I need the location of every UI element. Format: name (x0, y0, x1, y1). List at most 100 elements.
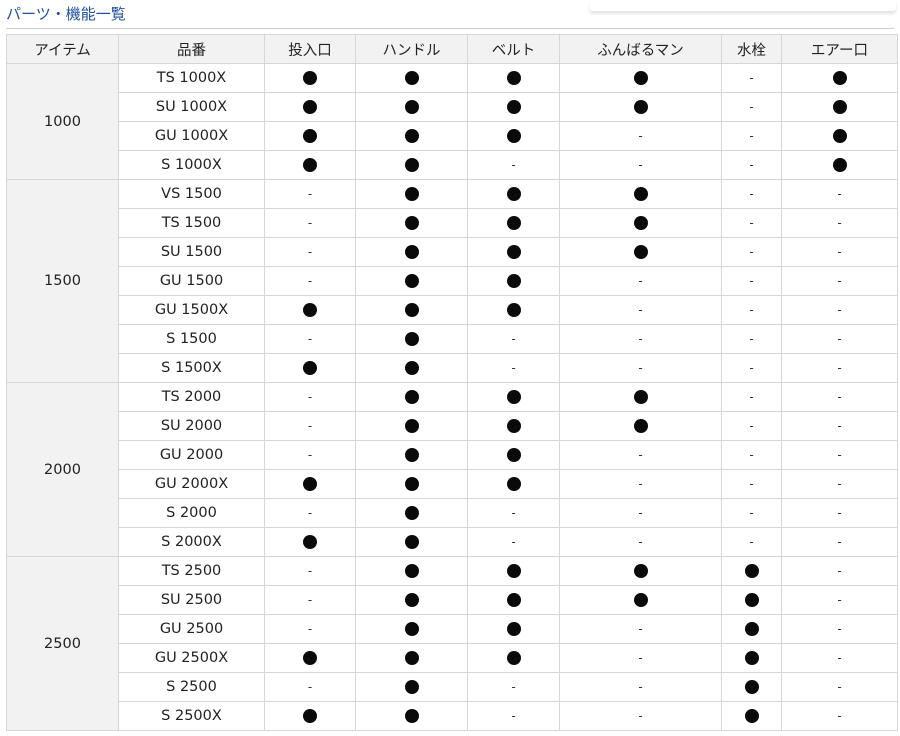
unavailable-dash: - (837, 418, 842, 433)
handle-cell (355, 295, 468, 325)
table-row: 2500 TS 2500 - - (6, 556, 898, 731)
inlet-cell (264, 701, 356, 731)
funbaruman-cell: - (559, 440, 722, 470)
belt-cell: - (467, 353, 560, 383)
model-cell: TS 1500 (118, 208, 265, 238)
table-row: 1000 TS 1000X - (6, 63, 898, 180)
unavailable-dash: - (837, 273, 842, 288)
belt-cell (467, 643, 560, 673)
available-dot-icon (404, 651, 419, 665)
unavailable-dash: - (638, 708, 643, 723)
unavailable-dash: - (837, 621, 842, 636)
inlet-cell: - (264, 585, 356, 615)
belt-cell: - (467, 150, 560, 180)
table-row: SU 2500 - - (7, 585, 898, 615)
table-row: GU 2500X - - (7, 643, 898, 673)
header-funbaruman: ふんばるマン (559, 34, 722, 64)
unavailable-dash: - (749, 476, 754, 491)
available-dot-icon (506, 187, 521, 201)
unavailable-dash: - (638, 128, 643, 143)
available-dot-icon (633, 71, 648, 85)
available-dot-icon (404, 274, 419, 288)
unavailable-dash: - (638, 331, 643, 346)
funbaruman-cell: - (559, 295, 722, 325)
available-dot-icon (404, 303, 419, 317)
handle-cell (355, 527, 468, 557)
model-cell: S 2000X (118, 527, 265, 557)
unavailable-dash: - (837, 360, 842, 375)
unavailable-dash: - (749, 99, 754, 114)
unavailable-dash: - (837, 186, 842, 201)
unavailable-dash: - (837, 447, 842, 462)
unavailable-dash: - (307, 418, 313, 433)
air-port-cell: - (781, 353, 898, 383)
funbaruman-cell: - (559, 498, 722, 528)
model-cell: S 1000X (118, 150, 265, 180)
unavailable-dash: - (511, 708, 516, 723)
inlet-cell: - (264, 498, 356, 528)
faucet-cell: - (721, 440, 782, 470)
faucet-cell: - (721, 353, 782, 383)
unavailable-dash: - (511, 360, 516, 375)
available-dot-icon (404, 506, 419, 520)
inlet-cell: - (264, 411, 356, 441)
air-port-cell: - (781, 237, 898, 267)
table-row: GU 2000 - - - - (7, 440, 898, 470)
handle-cell (355, 237, 468, 267)
handle-cell (355, 498, 468, 528)
available-dot-icon (744, 622, 759, 636)
model-cell: S 2500X (118, 701, 265, 731)
faucet-cell (721, 701, 782, 731)
unavailable-dash: - (837, 708, 842, 723)
available-dot-icon (506, 419, 521, 433)
available-dot-icon (404, 245, 419, 259)
belt-cell (467, 411, 560, 441)
table-row: GU 2500 - - - (7, 614, 898, 644)
unavailable-dash: - (749, 418, 754, 433)
model-cell: S 1500X (118, 353, 265, 383)
air-port-cell (781, 121, 898, 151)
table-row: S 2500X - - - (7, 701, 898, 731)
header-faucet: 水栓 (721, 34, 782, 64)
belt-cell (467, 179, 560, 209)
available-dot-icon (832, 129, 847, 143)
unavailable-dash: - (638, 650, 643, 665)
air-port-cell: - (781, 208, 898, 238)
header-model: 品番 (118, 34, 265, 64)
funbaruman-cell: - (559, 614, 722, 644)
air-port-cell: - (781, 527, 898, 557)
funbaruman-cell (559, 237, 722, 267)
available-dot-icon (404, 390, 419, 404)
inlet-cell: - (264, 237, 356, 267)
unavailable-dash: - (837, 476, 842, 491)
page: パーツ・機能一覧 アイテム 品番 投入口 ハンドル ベルト ふんばるマン 水栓 … (0, 0, 900, 736)
unavailable-dash: - (307, 505, 313, 520)
model-cell: GU 2500X (118, 643, 265, 673)
table-row: 2000 TS 2000 - - - (6, 382, 898, 557)
available-dot-icon (744, 680, 759, 694)
available-dot-icon (633, 564, 648, 578)
header-air-port: エアー口 (781, 34, 898, 64)
unavailable-dash: - (307, 679, 313, 694)
unavailable-dash: - (749, 447, 754, 462)
inlet-cell (264, 92, 356, 122)
available-dot-icon (506, 303, 521, 317)
unavailable-dash: - (837, 505, 842, 520)
table-row: S 2000 - - - - - (7, 498, 898, 528)
air-port-cell: - (781, 179, 898, 209)
faucet-cell: - (721, 382, 782, 412)
model-cell: SU 2000 (118, 411, 265, 441)
handle-cell (355, 63, 468, 93)
faucet-cell: - (721, 411, 782, 441)
belt-cell (467, 266, 560, 296)
faucet-cell: - (721, 150, 782, 180)
parts-feature-table: アイテム 品番 投入口 ハンドル ベルト ふんばるマン 水栓 エアー口 1000… (6, 34, 898, 731)
faucet-cell: - (721, 121, 782, 151)
belt-cell (467, 440, 560, 470)
unavailable-dash: - (837, 215, 842, 230)
inlet-cell: - (264, 382, 356, 412)
handle-cell (355, 701, 468, 731)
model-cell: GU 2500 (118, 614, 265, 644)
available-dot-icon (404, 216, 419, 230)
unavailable-dash: - (511, 331, 516, 346)
